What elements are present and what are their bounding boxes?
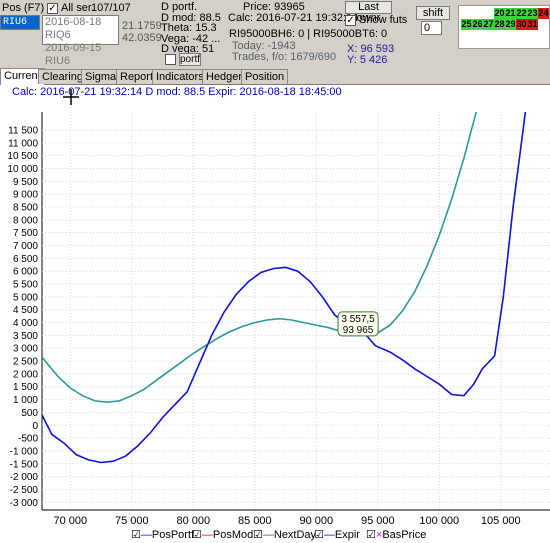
x-tick-label: 90 000 — [299, 515, 333, 525]
x-tick-label: 85 000 — [238, 515, 272, 525]
tooltip-value: 3 557,5 — [341, 314, 375, 325]
legend-posportf[interactable]: ☑—PosPortf — [131, 528, 194, 541]
day-cell[interactable]: 27 — [483, 19, 494, 30]
y-tick-label: 4 500 — [13, 305, 38, 316]
y-tick-label: 9 500 — [13, 177, 38, 188]
show-futs-label: Show futs — [359, 14, 408, 26]
y-tick-label: -1 500 — [10, 459, 39, 470]
chart-svg[interactable]: 11 50011 00010 50010 0009 5009 0008 5008… — [0, 85, 550, 525]
instrument-selected[interactable]: RIU6 — [1, 16, 39, 29]
x-tick-label: 75 000 — [115, 515, 149, 525]
series-line-nextday — [42, 112, 478, 404]
y-tick-label: 11 500 — [8, 125, 38, 136]
y-tick-label: 2 000 — [13, 369, 38, 380]
calc-time: Calc: 2016-07-21 19:32:14 — [228, 12, 359, 24]
y-tick-label: -2 000 — [10, 472, 39, 483]
y-tick-label: 8 000 — [13, 215, 38, 226]
ri-line: RI95000BH6: 0 | RI95000BT6: 0 — [229, 28, 388, 40]
price-tooltip: 3 557,593 965 — [337, 311, 379, 337]
day-cell[interactable]: 20 — [494, 8, 505, 19]
payoff-chart[interactable]: Calc: 2016-07-21 19:32:14 D mod: 88.5 Ex… — [0, 85, 550, 543]
y-tick-label: 5 000 — [13, 292, 38, 303]
shift-button[interactable]: shift — [416, 6, 450, 20]
tab-sigma[interactable]: Sigma — [81, 69, 121, 84]
y-coordinate: Y: 5 426 — [347, 54, 388, 66]
tab-bar: Current Clearing Sigma Report Indicators… — [0, 68, 550, 85]
portf-checkbox[interactable] — [165, 54, 176, 65]
y-tick-label: 5 500 — [13, 280, 38, 291]
expiration-item[interactable]: 2016-08-18 RIQ6 — [45, 16, 118, 42]
day-cell[interactable]: 23 — [527, 8, 538, 19]
legend-posmod[interactable]: ☑—PosMod — [192, 528, 253, 541]
tooltip-price: 93 965 — [343, 325, 374, 336]
day-cell[interactable]: 24 — [538, 8, 549, 19]
day-cell[interactable]: 28 — [494, 19, 505, 30]
legend-checkbox[interactable]: ☑ — [192, 529, 202, 541]
y-tick-label: -2 500 — [10, 485, 39, 496]
day-cell[interactable]: 22 — [516, 8, 527, 19]
y-tick-label: 7 500 — [13, 228, 38, 239]
iv-value: 42.0359 — [122, 32, 162, 44]
y-tick-label: 8 500 — [13, 203, 38, 214]
y-tick-label: 3 500 — [13, 331, 38, 342]
legend-expir[interactable]: ☑—Expir — [314, 528, 360, 541]
y-tick-label: 0 — [32, 421, 38, 432]
y-tick-label: 500 — [21, 408, 38, 419]
y-tick-label: 6 000 — [13, 267, 38, 278]
y-tick-label: 6 500 — [13, 254, 38, 265]
legend-basprice[interactable]: ☑×BasPrice — [366, 528, 426, 541]
series-count: 107/107 — [91, 2, 131, 14]
legend-checkbox[interactable]: ☑ — [366, 529, 376, 541]
tab-clearing[interactable]: Clearing — [38, 69, 87, 84]
shift-input[interactable]: 0 — [421, 21, 442, 35]
expiration-item[interactable]: 2016-09-15 RIU6 — [45, 42, 118, 68]
trades-value: Trades, f/o: 1679/690 — [232, 51, 337, 63]
day-cell[interactable]: 25 — [461, 19, 472, 30]
portf-button[interactable]: portf — [179, 53, 201, 66]
legend-checkbox[interactable]: ☑ — [314, 529, 324, 541]
expiration-list[interactable]: 2016-08-18 RIQ6 2016-09-15 RIU6 — [42, 15, 119, 67]
y-tick-label: -1 000 — [10, 446, 39, 457]
day-cell[interactable]: 31 — [527, 19, 538, 30]
all-series-checkbox[interactable]: ✓ — [47, 3, 58, 14]
series-line-expir — [42, 112, 527, 464]
day-cell[interactable]: 26 — [472, 19, 483, 30]
x-tick-label: 70 000 — [53, 515, 87, 525]
iv-value: 21.1759 — [122, 20, 162, 32]
show-futs-checkbox[interactable]: ✓ — [345, 15, 356, 26]
x-tick-label: 105 000 — [481, 515, 521, 525]
x-tick-label: 80 000 — [176, 515, 210, 525]
tab-report[interactable]: Report — [116, 69, 158, 84]
y-tick-label: 10 500 — [7, 151, 38, 162]
y-tick-label: 10 000 — [7, 164, 38, 175]
y-tick-label: 2 500 — [13, 357, 38, 368]
y-tick-label: -500 — [18, 434, 38, 445]
all-series-label: All ser. — [61, 2, 95, 14]
legend-checkbox[interactable]: ☑ — [253, 529, 263, 541]
y-tick-label: 3 000 — [13, 344, 38, 355]
day-cell[interactable]: 29 — [505, 19, 516, 30]
day-cell[interactable]: 21 — [505, 8, 516, 19]
tab-hedger[interactable]: Hedger — [202, 69, 247, 84]
x-tick-label: 95 000 — [361, 515, 395, 525]
tab-position[interactable]: Position — [241, 69, 289, 84]
tab-indicators[interactable]: Indicators — [152, 69, 208, 84]
y-tick-label: 1 500 — [13, 382, 38, 393]
instrument-list[interactable]: RIU6 — [0, 15, 40, 30]
legend-nextday[interactable]: ☑—NextDay — [253, 528, 316, 541]
y-tick-label: 9 000 — [13, 190, 38, 201]
pos-label: Pos (F7) — [2, 2, 45, 14]
y-tick-label: 7 000 — [13, 241, 38, 252]
y-tick-label: 1 000 — [13, 395, 38, 406]
day-cell[interactable]: 30 — [516, 19, 527, 30]
x-tick-label: 100 000 — [419, 515, 459, 525]
days-calendar[interactable]: 20 21 22 23 24 25 26 27 28 29 30 31 — [458, 5, 550, 49]
y-tick-label: 11 000 — [8, 138, 38, 149]
last-own-button[interactable]: Last ownr — [345, 1, 392, 24]
y-tick-label: -3 000 — [10, 498, 39, 509]
y-tick-label: 4 000 — [13, 318, 38, 329]
legend-checkbox[interactable]: ☑ — [131, 529, 141, 541]
